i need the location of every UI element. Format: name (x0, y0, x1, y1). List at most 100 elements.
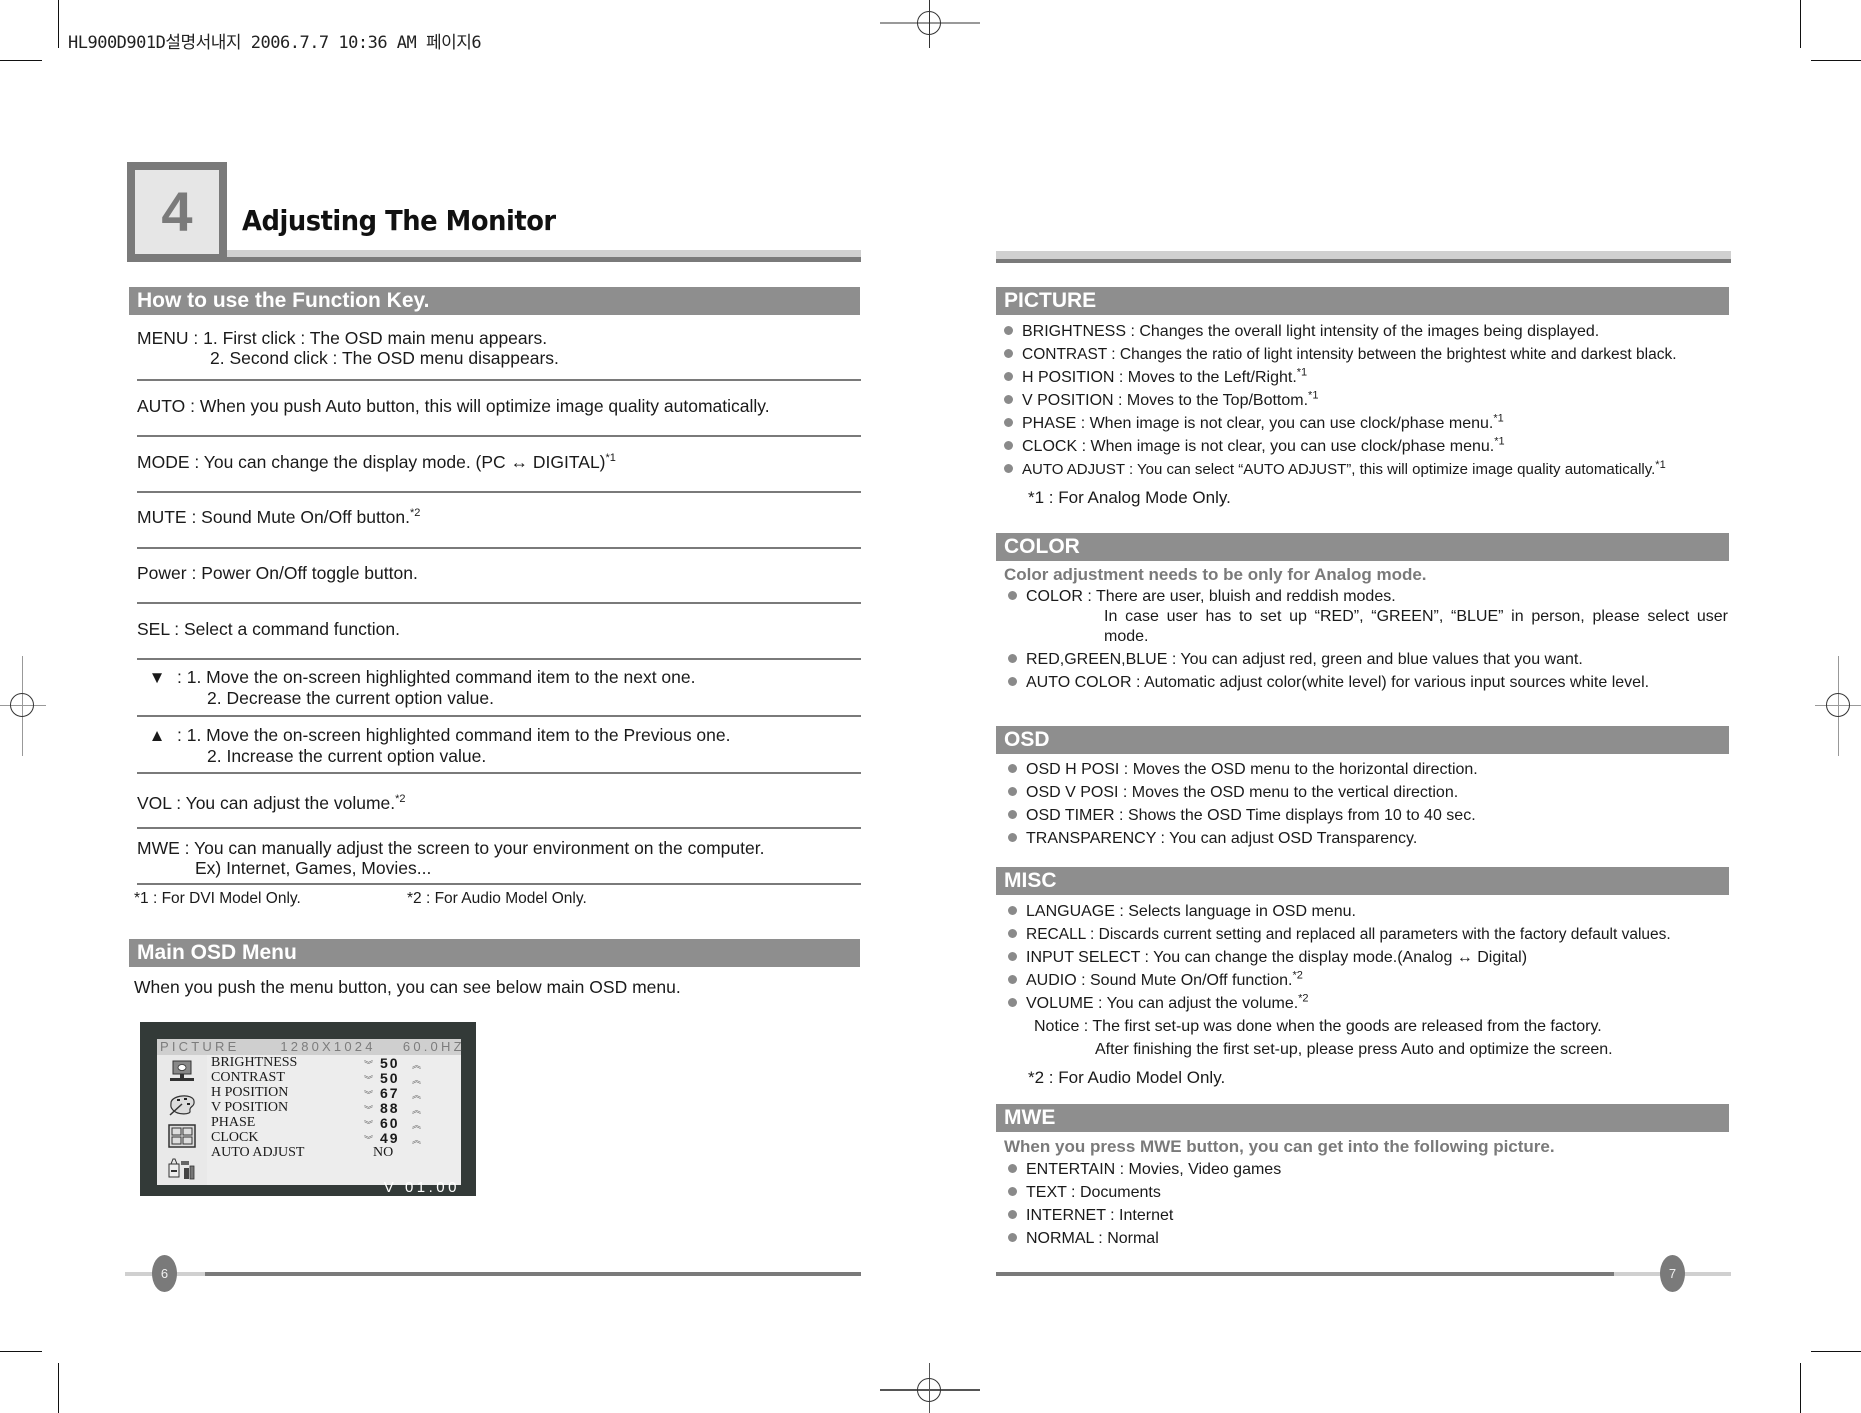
function-key-text: MODE : You can change the display mode. … (137, 452, 606, 472)
registration-mark-left (0, 656, 48, 756)
list-item: TRANSPARENCY : You can adjust OSD Transp… (1008, 829, 1738, 849)
list-item: CLOCK : When image is not clear, you can… (1004, 436, 1734, 457)
decrease-chevron-icon: ︾ (364, 1105, 374, 1115)
list-item: CONTRAST : Changes the ratio of light in… (1004, 345, 1734, 365)
decrease-chevron-icon: ︾ (364, 1060, 374, 1070)
divider (137, 491, 861, 493)
osd-item-label: AUTO ADJUST (211, 1145, 305, 1160)
crop-mark (58, 1363, 59, 1413)
list-item: OSD V POSI : Moves the OSD menu to the v… (1008, 783, 1738, 803)
function-key-menu: MENU : 1. First click : The OSD main men… (137, 328, 861, 368)
function-key-text: 2. Second click : The OSD menu disappear… (210, 348, 559, 368)
bullet-icon (1008, 952, 1017, 961)
increase-chevron-icon: ︽ (412, 1075, 422, 1085)
divider (137, 772, 861, 774)
bullet-icon (1008, 677, 1017, 686)
header-rule (996, 251, 1731, 259)
section-header-mwe: MWE (996, 1104, 1729, 1132)
function-key-auto: AUTO : When you push Auto button, this w… (137, 396, 861, 416)
palette-icon (169, 1095, 195, 1116)
bullet-icon (1008, 1187, 1017, 1196)
title-rule (227, 250, 861, 257)
list-item: ENTERTAIN : Movies, Video games (1004, 1160, 1734, 1180)
osd-screen: PICTURE 1280X1024 60.0HZ BRIGHTNESS CONT… (140, 1022, 476, 1196)
list-item: PHASE : When image is not clear, you can… (1004, 413, 1734, 434)
list-item: TEXT : Documents (1004, 1183, 1734, 1203)
bullet-icon (1004, 349, 1013, 358)
page-number: 7 (1660, 1255, 1685, 1292)
section-header-color: COLOR (996, 533, 1729, 561)
bullet-icon (1008, 975, 1017, 984)
monitor-icon (170, 1060, 194, 1081)
function-key-vol: VOL : You can adjust the volume.*2 (137, 793, 861, 813)
decrease-chevron-icon: ︾ (364, 1090, 374, 1100)
divider (137, 602, 861, 604)
crop-mark (1800, 0, 1801, 48)
notice-text: After finishing the first set-up, please… (1095, 1041, 1613, 1058)
mwe-intro: When you press MWE button, you can get i… (1004, 1137, 1555, 1156)
bullet-icon (1004, 372, 1013, 381)
function-key-mode: MODE : You can change the display mode. … (137, 452, 861, 472)
decrease-chevron-icon: ︾ (364, 1120, 374, 1130)
crop-mark (1811, 1351, 1861, 1352)
header-rule (996, 259, 1731, 263)
bullet-icon (1008, 998, 1017, 1007)
section-header-misc: MISC (996, 867, 1729, 895)
section-header-osd: OSD (996, 726, 1729, 754)
list-item: V POSITION : Moves to the Top/Bottom.*1 (1004, 390, 1734, 411)
divider (137, 379, 861, 381)
function-key-text: 2. Increase the current option value. (207, 746, 487, 766)
section-header-main-osd: Main OSD Menu (129, 939, 860, 967)
crop-mark (0, 1351, 42, 1352)
bullet-icon (1004, 326, 1013, 335)
title-rule (127, 257, 861, 262)
down-arrow-icon: ▼ (148, 668, 166, 687)
footnote: *2 : For Audio Model Only. (407, 890, 587, 907)
function-key-text: 2. Decrease the current option value. (207, 688, 494, 708)
crop-mark (1811, 60, 1861, 61)
osd-item-value: 49 (380, 1130, 400, 1146)
list-item: COLOR : There are user, bluish and reddi… (1004, 587, 1734, 607)
function-key-text: VOL : You can adjust the volume. (137, 793, 396, 813)
notice-text: Notice : The first set-up was done when … (1034, 1018, 1602, 1035)
bullet-icon (1008, 906, 1017, 915)
osd-item-value: 60 (380, 1115, 400, 1131)
function-key-text: MENU : 1. First click : The OSD main men… (137, 328, 548, 348)
section-header-function-key: How to use the Function Key. (129, 287, 860, 315)
list-item: AUTO ADJUST : You can select “AUTO ADJUS… (1004, 460, 1734, 480)
function-key-text: AUTO : When you push Auto button, this w… (137, 396, 770, 416)
bullet-icon (1008, 1210, 1017, 1219)
osd-header: PICTURE 1280X1024 60.0HZ (157, 1039, 462, 1055)
footnote-marker: *2 (410, 507, 421, 520)
list-item: AUTO COLOR : Automatic adjust color(whit… (1004, 673, 1734, 693)
color-list: Color adjustment needs to be only for An… (1004, 565, 1734, 693)
bullet-icon (1008, 810, 1017, 819)
crop-mark (1800, 1363, 1801, 1413)
footnote-marker: *1 (605, 452, 616, 465)
list-item: NORMAL : Normal (1004, 1229, 1734, 1249)
bullet-icon (1008, 929, 1017, 938)
list-item: LANGUAGE : Selects language in OSD menu. (1008, 902, 1738, 922)
function-key-text: : 1. Move the on-screen highlighted comm… (177, 667, 696, 687)
divider (137, 547, 861, 549)
function-key-text: SEL : Select a command function. (137, 619, 400, 639)
osd-item-value: NO (373, 1145, 394, 1160)
footnote: *1 : For Analog Mode Only. (1028, 488, 1231, 507)
function-key-text: Power : Power On/Off toggle button. (137, 563, 418, 583)
osd-item-label: V POSITION (211, 1100, 289, 1115)
function-key-mute: MUTE : Sound Mute On/Off button.*2 (137, 507, 861, 527)
misc-tools-icon (168, 1158, 195, 1180)
bullet-icon (1008, 764, 1017, 773)
print-header: HL900D901D설명서내지 2006.7.7 10:36 AM 페이지6 (68, 33, 482, 53)
section-header-picture: PICTURE (996, 287, 1729, 315)
function-key-text: Ex) Internet, Games, Movies... (195, 858, 432, 878)
list-item: OSD TIMER : Shows the OSD Time displays … (1008, 806, 1738, 826)
function-key-text: MUTE : Sound Mute On/Off button. (137, 507, 411, 527)
list-item: INPUT SELECT : You can change the displa… (1008, 948, 1738, 968)
osd-item-label: CONTRAST (211, 1070, 285, 1085)
list-item-sub: In case user has to set up “RED”, “GREEN… (1104, 608, 1728, 645)
osd-list: OSD H POSI : Moves the OSD menu to the h… (1004, 760, 1738, 849)
bullet-icon (1008, 1164, 1017, 1173)
osd-version: V 01.00 (383, 1179, 460, 1196)
mwe-list: When you press MWE button, you can get i… (1004, 1137, 1734, 1249)
